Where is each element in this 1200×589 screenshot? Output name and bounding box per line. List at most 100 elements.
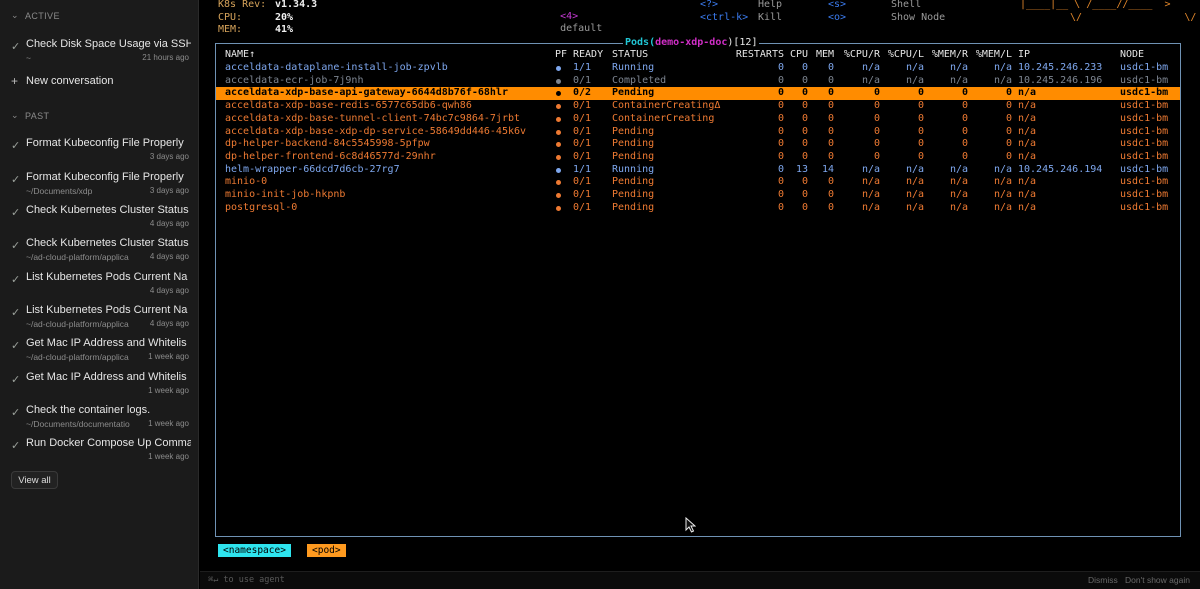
- cell-cpu: 0: [801, 189, 808, 200]
- cell-node: usdc1-bm: [1120, 201, 1169, 213]
- cell-mem: 14: [821, 163, 834, 175]
- cell-cpu: 0: [801, 125, 808, 137]
- column-header[interactable]: RESTARTS: [732, 49, 784, 62]
- cell-ready: 0/1: [573, 189, 592, 200]
- cell-meml: 0: [1005, 87, 1012, 99]
- column-header[interactable]: NODE: [1120, 49, 1178, 62]
- conversation-item[interactable]: ✓ List Kubernetes Pods Current Na ~/ad-clo…: [0, 304, 198, 336]
- table-row[interactable]: dp-helper-backend-84c5545998-5pfpw 0/1 Pen…: [216, 138, 1180, 151]
- conversation-item[interactable]: ✓ Format Kubeconfig File Properly 3 days a…: [0, 137, 198, 169]
- conversation-item[interactable]: ✓ Check Kubernetes Cluster Status ~/ad-clo…: [0, 237, 198, 269]
- check-icon: ✓: [11, 274, 21, 286]
- port-forward-indicator-icon: [556, 104, 561, 110]
- port-forward-indicator-icon: [556, 91, 561, 97]
- table-row[interactable]: acceldata-xdp-base-redis-6577c65db6-qwh8…: [216, 100, 1180, 113]
- column-header[interactable]: MEM: [810, 49, 834, 62]
- conversation-path: ~/ad-cloud-platform/applica: [26, 352, 129, 362]
- conversation-item[interactable]: ✓ Get Mac IP Address and Whitelis ~/ad-clo…: [0, 337, 198, 369]
- table-row[interactable]: acceldata-xdp-base-xdp-dp-service-58649d…: [216, 126, 1180, 139]
- table-row[interactable]: acceldata-xdp-base-tunnel-client-74bc7c9…: [216, 113, 1180, 126]
- column-header[interactable]: IP: [1018, 49, 1078, 62]
- check-icon: ✓: [11, 440, 21, 452]
- conversation-item[interactable]: ✓ Get Mac IP Address and Whitelis 1 week a…: [0, 371, 198, 403]
- cell-ready: 0/2: [573, 87, 592, 99]
- chevron-down-icon: ⌄: [11, 110, 19, 120]
- cell-node: usdc1-bm: [1120, 150, 1169, 162]
- conversation-item[interactable]: ✓ Check the container logs. ~/Documents/do…: [0, 404, 198, 436]
- new-conversation-button[interactable]: + New conversation: [0, 74, 198, 90]
- dont-show-again-button[interactable]: Don't show again: [1125, 575, 1190, 585]
- cell-cpur: 0: [873, 87, 880, 99]
- cell-ip: 10.245.246.233: [1018, 62, 1103, 73]
- column-header[interactable]: %MEM/R: [926, 49, 968, 62]
- shell-label[interactable]: Shell: [891, 0, 921, 11]
- k9s-logo-line-1: |____|__ \ /____//____ >: [1020, 0, 1171, 10]
- conversation-title: Get Mac IP Address and Whitelis: [26, 337, 187, 349]
- dismiss-button[interactable]: Dismiss: [1088, 575, 1118, 585]
- column-header[interactable]: %MEM/L: [968, 49, 1012, 62]
- cell-cpu: 13: [795, 163, 808, 175]
- column-header[interactable]: STATUS: [612, 49, 672, 62]
- k8s-rev-value: v1.34.3: [275, 0, 318, 10]
- cell-status: ContainerCreating: [612, 112, 715, 124]
- column-header[interactable]: %CPU/R: [836, 49, 880, 62]
- column-header[interactable]: PF: [555, 49, 575, 62]
- cell-meml: n/a: [993, 189, 1012, 200]
- kill-label[interactable]: Kill: [758, 12, 782, 24]
- cell-restarts: 0: [777, 138, 784, 150]
- table-row[interactable]: acceldata-ecr-job-7j9nh 0/1 Completed 0 0 0 n/…: [216, 75, 1180, 88]
- cell-cpu: 0: [801, 176, 808, 188]
- breadcrumb-namespace[interactable]: <namespace>: [218, 544, 291, 557]
- cell-cpul: 0: [917, 138, 924, 150]
- column-header[interactable]: %CPU/L: [880, 49, 924, 62]
- check-icon: ✓: [11, 41, 21, 53]
- column-header[interactable]: CPU: [786, 49, 808, 62]
- pods-table-panel: Pods(demo-xdp-doc)[12] NAME↑ PF READY STATU…: [215, 37, 1181, 537]
- cell-cpur: 0: [873, 112, 880, 124]
- check-icon: ✓: [11, 374, 21, 386]
- conversation-time: 3 days ago: [149, 186, 189, 195]
- table-row[interactable]: minio-0 0/1 Pending 0 0 0 n/a n/a n/a n/a n/a usdc1…: [216, 176, 1180, 189]
- cell-meml: n/a: [993, 62, 1012, 73]
- table-row[interactable]: postgresql-0 0/1 Pending 0 0 0 n/a n/a n/a n/a n/a…: [216, 202, 1180, 215]
- conversation-item[interactable]: ✓ Check Disk Space Usage via SSH ~ 21 ho…: [0, 38, 198, 70]
- namespace-shortcut[interactable]: <4> default: [536, 0, 602, 47]
- cell-ip: n/a: [1018, 176, 1037, 188]
- new-conversation-label: New conversation: [26, 75, 114, 87]
- column-header[interactable]: READY: [573, 49, 613, 62]
- show-node-label[interactable]: Show Node: [891, 12, 945, 24]
- cell-mem: 0: [827, 189, 834, 200]
- cell-cpur: n/a: [861, 74, 880, 86]
- table-row[interactable]: acceldata-dataplane-install-job-zpvlb 1/1…: [216, 62, 1180, 75]
- conversation-item[interactable]: ✓ Format Kubeconfig File Properly ~/Docume…: [0, 171, 198, 203]
- cell-meml: n/a: [993, 74, 1012, 86]
- conversation-item[interactable]: ✓ Run Docker Compose Up Comma 1 week ago: [0, 437, 198, 469]
- column-header[interactable]: NAME↑: [225, 49, 285, 62]
- cell-restarts: 0: [777, 112, 784, 124]
- port-forward-indicator-icon: [556, 167, 561, 173]
- k9s-logo-line-2: \/ \/: [1070, 12, 1197, 23]
- table-row[interactable]: acceldata-xdp-base-api-gateway-6644d8b76…: [216, 87, 1180, 100]
- conversation-item[interactable]: ✓ Check Kubernetes Cluster Status 4 days a…: [0, 204, 198, 236]
- view-all-button[interactable]: View all: [11, 471, 58, 489]
- cell-status: Pending: [612, 201, 655, 213]
- cell-ready: 0/1: [573, 112, 592, 124]
- conversation-item[interactable]: ✓ List Kubernetes Pods Current Na 4 days a…: [0, 271, 198, 303]
- breadcrumb-pod[interactable]: <pod>: [307, 544, 346, 557]
- cell-ip: n/a: [1018, 138, 1037, 150]
- cell-cpul: 0: [917, 100, 924, 112]
- terminal[interactable]: K8s Rev: v1.34.3 CPU: 20% MEM: 41% <4> d…: [200, 0, 1200, 571]
- conversation-path: ~/Documents/documentatio: [26, 419, 130, 429]
- past-section-header[interactable]: ⌄ PAST: [11, 110, 49, 121]
- cell-cpu: 0: [801, 100, 808, 112]
- table-row[interactable]: dp-helper-frontend-6c8d46577d-29nhr 0/1 Pe…: [216, 151, 1180, 164]
- table-row[interactable]: minio-init-job-hkpnb 0/1 Pending 0 0 0 n/a n/a n…: [216, 189, 1180, 202]
- help-label[interactable]: Help: [758, 0, 782, 11]
- cell-cpu: 0: [801, 112, 808, 124]
- table-row[interactable]: helm-wrapper-66dcd7d6cb-27rg7 1/1 Running 0…: [216, 164, 1180, 177]
- active-section-header[interactable]: ⌄ ACTIVE: [11, 10, 60, 21]
- cell-meml: 0: [1005, 150, 1012, 162]
- conversation-title: Run Docker Compose Up Comma: [26, 437, 191, 449]
- cell-ready: 0/1: [573, 138, 592, 150]
- namespace-key: <4>: [560, 11, 579, 22]
